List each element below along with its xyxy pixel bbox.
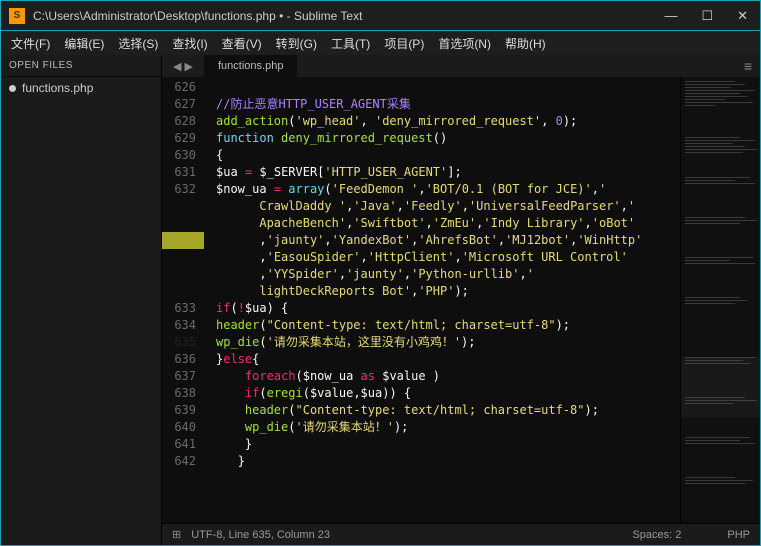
line-number: 639 [162, 402, 204, 419]
line-number: 634 [162, 317, 204, 334]
menu-preferences[interactable]: 首选项(N) [432, 33, 497, 54]
line-number: 638 [162, 385, 204, 402]
line-number: 635 [162, 334, 204, 351]
tab-bar: ◀ ▶ functions.php ≡ [162, 55, 760, 77]
menu-edit[interactable]: 编辑(E) [58, 33, 110, 54]
line-number: 631 [162, 164, 204, 181]
minimize-button[interactable]: — [664, 8, 677, 24]
line-number: 627 [162, 96, 204, 113]
status-encoding[interactable]: UTF-8, Line 635, Column 23 [191, 529, 330, 541]
status-syntax[interactable]: PHP [727, 529, 750, 541]
line-number: 641 [162, 436, 204, 453]
status-indent[interactable]: Spaces: 2 [632, 529, 681, 541]
settings-icon[interactable]: ⊞ [172, 528, 181, 541]
title-bar: S C:\Users\Administrator\Desktop\functio… [1, 1, 760, 31]
dirty-indicator-icon [9, 85, 16, 92]
code-area[interactable]: //防止恶意HTTP_USER_AGENT采集 add_action('wp_h… [204, 77, 680, 523]
window-title: C:\Users\Administrator\Desktop\functions… [33, 9, 664, 23]
line-number: 632 [162, 181, 204, 198]
line-number: 633 [162, 300, 204, 317]
open-file-item[interactable]: functions.php [1, 77, 161, 99]
line-number: 628 [162, 113, 204, 130]
menu-tools[interactable]: 工具(T) [325, 33, 376, 54]
menu-help[interactable]: 帮助(H) [499, 33, 552, 54]
line-number: 629 [162, 130, 204, 147]
menu-select[interactable]: 选择(S) [112, 33, 164, 54]
line-number: 640 [162, 419, 204, 436]
menu-file[interactable]: 文件(F) [5, 33, 56, 54]
minimap[interactable] [680, 77, 760, 523]
close-button[interactable]: ✕ [737, 8, 748, 24]
minimap-preview-icon [681, 77, 760, 523]
menu-view[interactable]: 查看(V) [216, 33, 268, 54]
menu-find[interactable]: 查找(I) [166, 33, 213, 54]
line-number: 636 [162, 351, 204, 368]
menu-goto[interactable]: 转到(G) [270, 33, 323, 54]
line-number: 642 [162, 453, 204, 470]
line-number: 626 [162, 79, 204, 96]
tab-menu-button[interactable]: ≡ [736, 55, 760, 77]
line-number: 630 [162, 147, 204, 164]
tab-nav-buttons[interactable]: ◀ ▶ [162, 55, 204, 77]
app-icon: S [9, 8, 25, 24]
maximize-button[interactable]: ☐ [701, 8, 713, 24]
status-bar: ⊞ UTF-8, Line 635, Column 23 Spaces: 2 P… [162, 523, 760, 545]
tab-functions-php[interactable]: functions.php [204, 55, 297, 77]
open-file-name: functions.php [22, 81, 93, 95]
line-number: 637 [162, 368, 204, 385]
menu-bar: 文件(F) 编辑(E) 选择(S) 查找(I) 查看(V) 转到(G) 工具(T… [1, 31, 760, 55]
code-editor[interactable]: 626 627 628 629 630 631 632 633 [162, 77, 760, 523]
sidebar-header: OPEN FILES [1, 55, 161, 77]
sidebar: OPEN FILES functions.php [1, 55, 162, 545]
menu-project[interactable]: 项目(P) [378, 33, 430, 54]
